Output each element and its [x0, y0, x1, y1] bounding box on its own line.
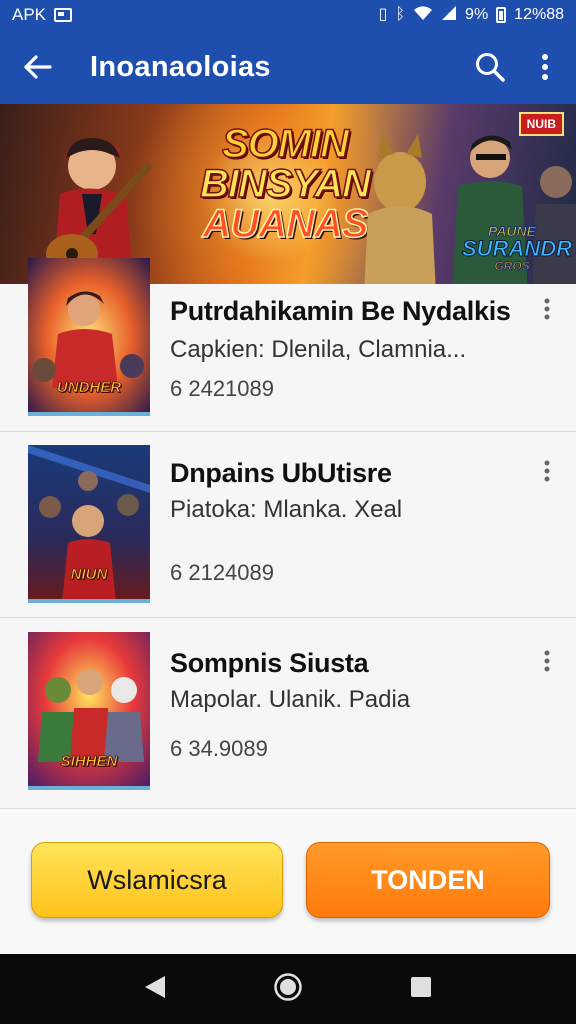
- item-number: 6 34.9089: [170, 736, 268, 761]
- secondary-action-button[interactable]: Wslamicsra: [31, 842, 283, 918]
- banner-badge: NUIB: [518, 112, 564, 136]
- more-vert-icon[interactable]: [536, 646, 558, 676]
- action-bar: Wslamicsra TONDEN: [0, 808, 576, 954]
- banner-corner-line2: SURANDR: [462, 236, 573, 261]
- nav-recents-icon[interactable]: [409, 975, 433, 1004]
- banner-title-line3: AUANAS: [202, 202, 370, 246]
- list-item[interactable]: NIUN Dnpains UbUtisre Piatoka: Mlanka. X…: [0, 432, 576, 618]
- item-title: Sompnis Siusta: [170, 648, 369, 678]
- vibrate-icon: ▯: [378, 6, 388, 23]
- thumbnail-label: NIUN: [70, 566, 108, 584]
- promo-banner[interactable]: SOMIN BINSYAN AUANAS NUIB PAUNE SURANDR …: [0, 104, 576, 284]
- banner-title-line1: SOMIN: [221, 122, 350, 166]
- search-icon[interactable]: [468, 45, 512, 89]
- more-vert-icon[interactable]: [530, 45, 560, 89]
- banner-corner-line3: GROS: [494, 259, 530, 273]
- item-number: 6 2421089: [170, 376, 274, 401]
- status-bar: APK ▯ ᛒ 9% 12%88: [0, 0, 576, 30]
- status-time: 12%88: [514, 6, 564, 23]
- list-item[interactable]: UNDHER Putrdahikamin Be Nydalkis Capkien…: [0, 258, 576, 432]
- game-list: UNDHER Putrdahikamin Be Nydalkis Capkien…: [0, 258, 576, 808]
- list-item[interactable]: SIHHEN Sompnis Siusta Mapolar. Ulanik. P…: [0, 618, 576, 808]
- game-thumbnail: UNDHER: [28, 258, 150, 416]
- system-nav-bar: [0, 954, 576, 1024]
- thumbnail-label: UNDHER: [56, 379, 122, 397]
- arrow-left-icon[interactable]: [16, 45, 60, 89]
- bluetooth-icon: ᛒ: [395, 6, 406, 23]
- more-vert-icon[interactable]: [536, 456, 558, 486]
- page-title: Inoanaoloias: [90, 50, 271, 83]
- item-title: Putrdahikamin Be Nydalkis: [170, 296, 511, 326]
- battery-percent: 9%: [465, 6, 489, 23]
- primary-action-button[interactable]: TONDEN: [306, 842, 550, 918]
- item-subtitle: Mapolar. Ulanik. Padia: [170, 686, 411, 713]
- app-bar: Inoanaoloias: [0, 30, 576, 104]
- game-thumbnail: SIHHEN: [28, 632, 150, 790]
- status-app-label: APK: [12, 5, 47, 24]
- item-subtitle: Piatoka: Mlanka. Xeal: [170, 496, 403, 523]
- battery-icon: [496, 7, 507, 23]
- wifi-icon: [413, 5, 433, 26]
- banner-title-line2: BINSYAN: [199, 162, 372, 206]
- item-number: 6 2124089: [170, 560, 274, 585]
- banner-corner-logo: PAUNE SURANDR GROS: [462, 224, 573, 273]
- image-icon: [54, 8, 73, 22]
- thumbnail-label: SIHHEN: [60, 753, 118, 771]
- nav-back-icon[interactable]: [143, 974, 167, 1005]
- game-thumbnail: NIUN: [28, 445, 150, 603]
- banner-title: SOMIN BINSYAN AUANAS: [185, 122, 385, 246]
- item-title: Dnpains UbUtisre: [170, 458, 392, 488]
- signal-icon: [441, 5, 457, 26]
- nav-home-icon[interactable]: [273, 972, 303, 1007]
- more-vert-icon[interactable]: [536, 294, 558, 324]
- item-subtitle: Capkien: Dlenila, Clamnia...: [170, 336, 467, 363]
